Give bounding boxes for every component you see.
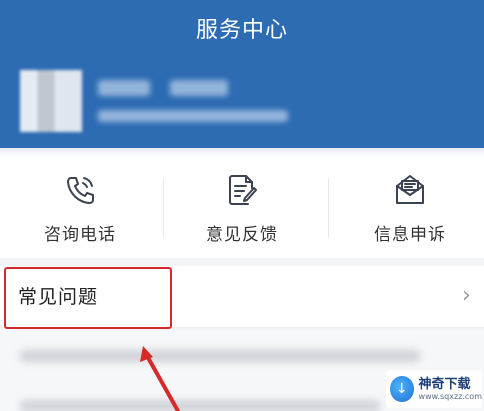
annotation-arrow-icon bbox=[140, 346, 180, 411]
watermark: ↓ 神奇下载 www.sqxzz.com bbox=[386, 370, 482, 408]
watermark-name: 神奇下载 bbox=[418, 376, 471, 392]
watermark-logo-icon: ↓ bbox=[390, 376, 414, 402]
watermark-url: www.sqxzz.com bbox=[418, 391, 482, 401]
